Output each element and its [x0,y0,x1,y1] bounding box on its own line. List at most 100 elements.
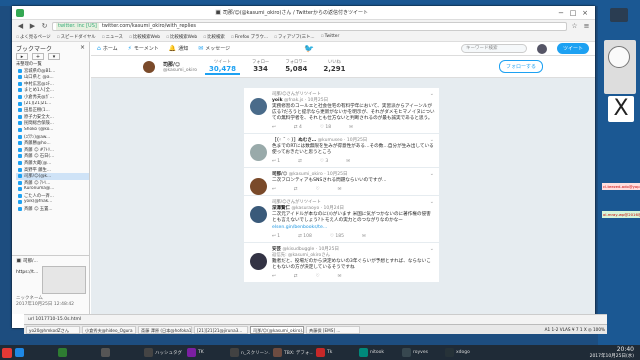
taskbar-item[interactable]: TK [187,348,227,357]
like-icon[interactable]: ♡ [316,274,320,279]
reply-icon[interactable]: ↩ [272,125,276,130]
x-icon[interactable]: X [608,96,634,122]
bookmark-item[interactable]: yoik(@fnak... [16,199,89,206]
tweet[interactable]: 司那/☺さんがリツイート ⌄ 深澤賢仁 @kasuraoyo · 10月24日 二次元… [244,196,439,243]
tweet[interactable]: ⌄ ［（◦ ˘ ◦ ）］ぬむさ… @kumuseo · 10月25日 色までのRTに… [244,134,439,168]
start-menu-icon[interactable] [2,347,12,358]
bookmark-item[interactable]: 高野平 藤生... [16,167,89,174]
minimize-icon[interactable]: − [555,9,567,17]
bookmark-item[interactable]: 司那/☺(@k... [16,173,89,180]
bookmark-item[interactable]: 山口県と @a... [16,74,89,81]
tweet-button[interactable]: ツイート [556,43,589,54]
sidebar-add-icon[interactable]: + [32,53,44,60]
like-icon[interactable]: ♡ 3 [320,159,328,164]
bookmark-item[interactable]: ごた人の一斉... [16,193,89,200]
tweet-author[interactable]: 司那/☺ [272,172,287,177]
window-tab[interactable]: 小倉秀夫@hideo_Ogura [82,325,136,334]
twitter-bird-icon[interactable]: 🐦 [304,44,314,53]
bookmark-item[interactable]: 小倉秀夫@ｶﾞ... [16,94,89,101]
folder-item[interactable]: 未整理の一覧 [16,61,89,68]
tweet[interactable]: 司那/☺さんがリツイート ⌄ yoik @fnak.js · 10月25日 実務修習の… [244,88,439,134]
taskbar-item[interactable] [15,348,55,357]
tweet[interactable]: ⌄ 安芸 @kisudbuggle · 10月25日 返信先: @kasumi_ok… [244,243,439,283]
reply-icon[interactable]: ↩ [272,274,276,279]
bookmark-item[interactable]: 斉藤大蔵(@... [16,160,89,167]
taskbar-item[interactable]: ハッシュタグ [144,348,184,357]
taskbar-item[interactable]: xdogo [445,348,485,357]
back-icon[interactable]: ◀ [16,22,25,31]
bookmark-item[interactable]: 原子力安全大... [16,114,89,121]
menu-icon[interactable]: ≡ [582,22,591,31]
bookmark-item[interactable]: Kuronuma@... [16,186,89,193]
site-identity[interactable]: twitter. inc [US] [56,22,99,30]
chevron-down-icon[interactable]: ⌄ [430,91,434,97]
bookmark-item[interactable]: フィアゾフ(三ト... [274,34,315,40]
retweet-icon[interactable]: ⇄ 108 [298,234,312,239]
bookmark-item[interactable]: よく見るページ [16,34,51,40]
star-icon[interactable]: ☆ [570,22,579,31]
window-tab[interactable]: [21][21]21@jiruna3... [194,325,248,334]
address-bar[interactable]: twitter. inc [US] twitter.com/kasumi_oki… [52,21,567,31]
taskbar-item[interactable]: n_スクリーン... [230,348,270,357]
message-icon[interactable]: ✉ [349,125,353,130]
sticky-note[interactable]: ol-mray-wp@2016@2018/01/1... [602,211,640,218]
follow-button[interactable]: フォローする [498,60,543,73]
taskbar-item[interactable]: royves [402,348,442,357]
tweet-avatar[interactable] [250,178,267,195]
tweet-author[interactable]: 深澤賢仁 [272,206,290,211]
tweet-avatar[interactable] [250,98,267,115]
bookmark-item[interactable]: 比較検索 [203,34,225,40]
bookmark-item[interactable]: Shoko (@ko... [16,127,89,134]
taskbar-item[interactable]: Tk [316,348,356,357]
bookmark-item[interactable]: 斉藤 ☺ 玉置... [16,206,89,213]
nav-messages[interactable]: ✉ メッセージ [198,45,230,52]
taskbar-item[interactable]: nitook [359,348,399,357]
tweet-avatar[interactable] [250,253,267,270]
sticky-note[interactable]: cl-teezed-ado@yoplop.sh(s... [602,183,640,190]
bookmark-item[interactable]: ニュース [102,34,123,40]
bookmark-item[interactable]: Firefox ブラウ... [231,34,268,40]
bookmark-item[interactable]: Twitter [321,34,340,39]
bookmark-item[interactable]: 中村広宮@ﾕﾁ... [16,81,89,88]
chevron-down-icon[interactable]: ⌄ [430,137,434,143]
message-icon[interactable]: ✉ [362,234,366,239]
like-icon[interactable]: ♡ [316,187,320,192]
maximize-icon[interactable]: □ [567,9,579,17]
window-tab[interactable]: yo20@hmkodZさん [26,325,80,334]
avatar[interactable] [536,43,547,54]
tweet-avatar[interactable] [250,206,267,223]
reload-icon[interactable]: ↻ [40,22,49,31]
message-icon[interactable]: ✉ [346,159,350,164]
window-tab[interactable]: 斎藤 澤原 (日本@hofoka1.7... [138,325,192,334]
nav-notifications[interactable]: 🔔 通知 [169,45,189,52]
window-tab[interactable]: 斉藤保 [EMS] ... [306,325,360,334]
tweet[interactable]: ⌄ 司那/☺ @kasumi_okiro · 10月25日 二次フロンティアもSNS… [244,168,439,196]
tweet-link[interactable]: elsen.gin/benbooks/te… [272,225,435,231]
tweet-avatar[interactable] [250,144,267,161]
nav-home[interactable]: ⌂ ホーム [97,45,118,52]
sidebar-view-icon[interactable]: ▾ [48,53,60,60]
bookmark-item[interactable]: 民間総合保険... [16,120,89,127]
window-tab[interactable]: 司那/☺(@kasumi_okiro)... [250,325,304,334]
bookmark-item[interactable]: (ﾕﾗﾃﾝ)@aw... [16,134,89,141]
reply-icon[interactable]: ↩ 1 [272,159,280,164]
reply-icon[interactable]: ↩ [272,187,276,192]
bookmark-item[interactable]: スピードダイヤル [57,34,96,40]
retweet-icon[interactable]: ⇄ [294,187,298,192]
bookmark-item[interactable]: 宮城県の@B1... [16,68,89,75]
tweet-author[interactable]: yoik [272,98,283,103]
taskbar-item[interactable]: TBX: デフォ... [273,348,313,357]
stat-likes[interactable]: いいね 2,291 [319,59,349,75]
bookmark-item[interactable]: 比較検索Web [166,34,197,40]
profile-avatar[interactable] [143,60,155,73]
message-icon[interactable]: ✉ [338,274,342,279]
bookmark-item[interactable]: まとめ1人[全... [16,87,89,94]
chevron-down-icon[interactable]: ⌄ [430,199,434,205]
system-tray[interactable]: 20:40 2017年10月25日(水) [590,346,638,359]
bookmark-item[interactable]: [21][21]21... [16,101,89,108]
chevron-down-icon[interactable]: ⌄ [430,171,434,177]
like-icon[interactable]: ♡ 185 [330,234,344,239]
message-icon[interactable]: ✉ [338,187,342,192]
like-icon[interactable]: ♡ 18 [320,125,331,130]
retweet-icon[interactable]: ⇄ [294,274,298,279]
